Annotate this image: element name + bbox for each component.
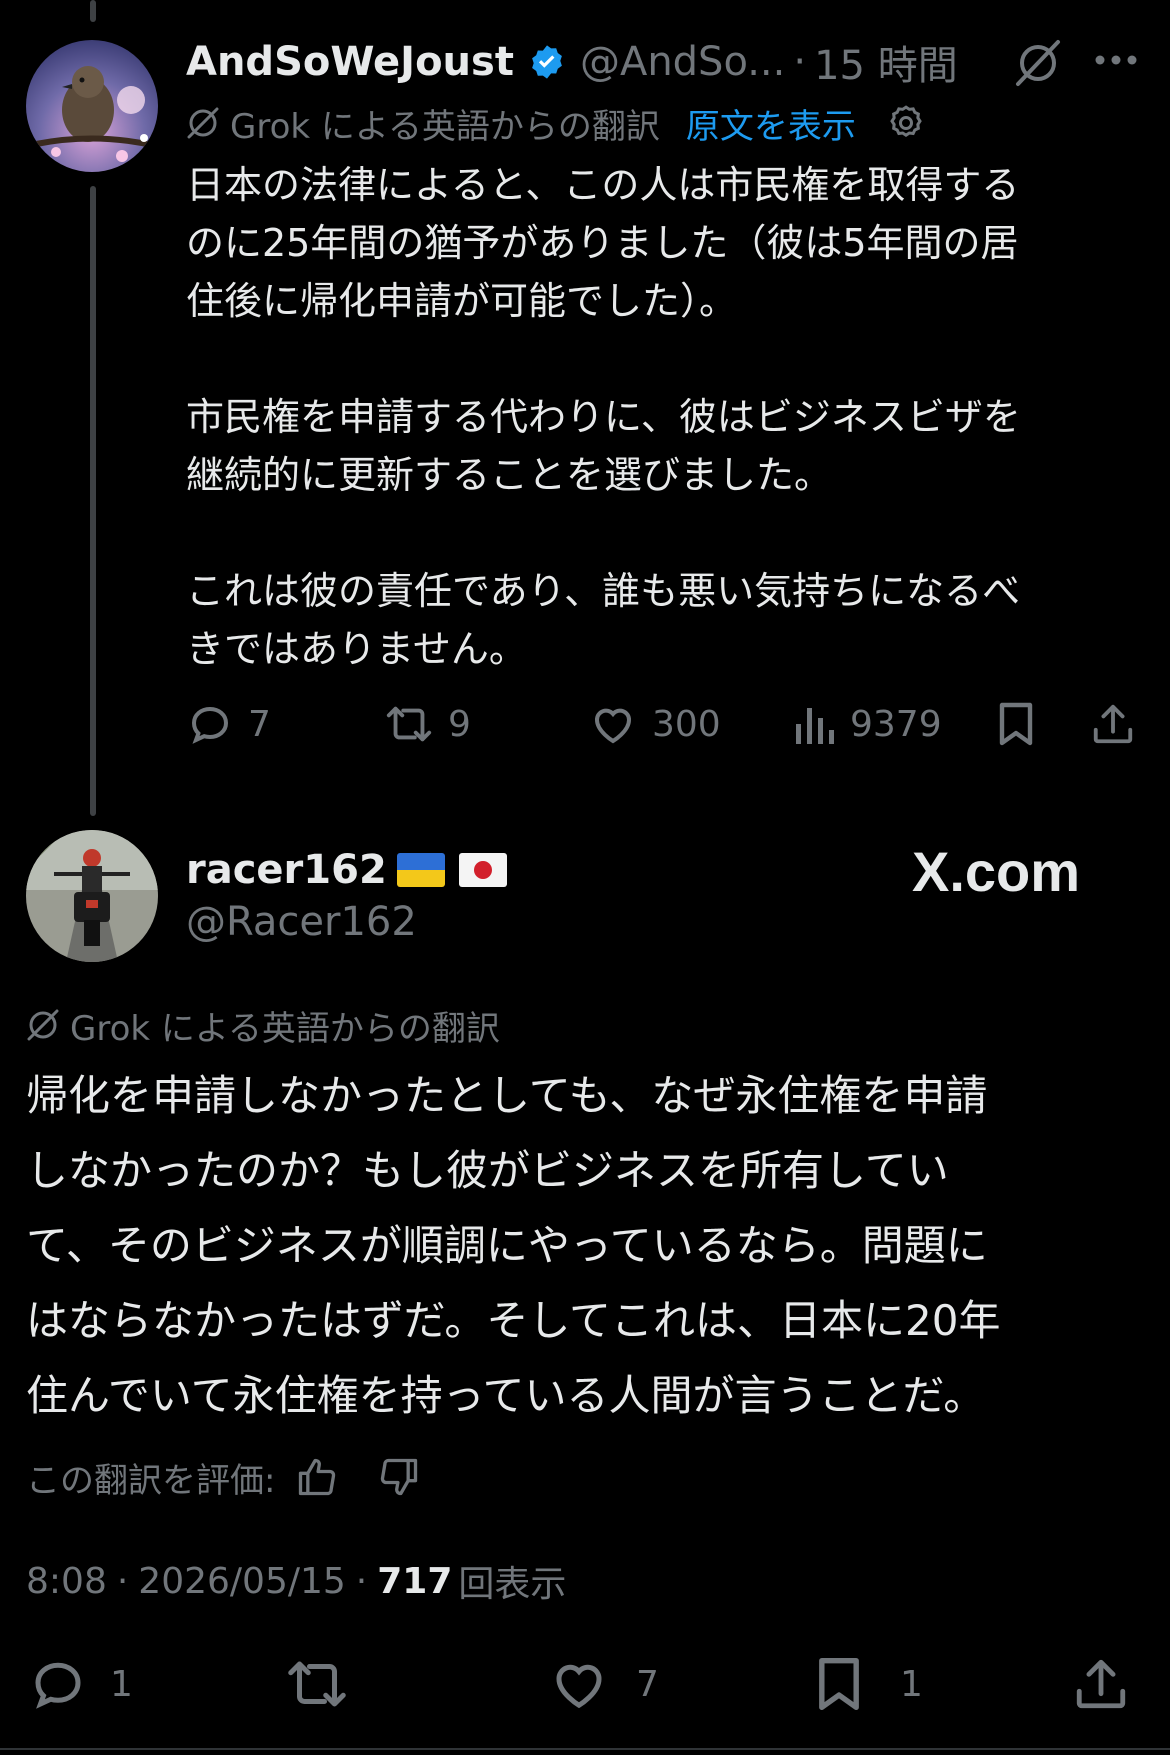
more-options-icon[interactable] xyxy=(1094,52,1138,71)
bird-avatar-image xyxy=(26,40,158,172)
heart-icon xyxy=(595,708,631,744)
show-original-link[interactable]: 原文を表示 xyxy=(686,99,856,148)
thread-line-connector xyxy=(90,186,96,816)
timestamp-time[interactable]: 8:08 xyxy=(26,1561,107,1602)
bookmark-icon xyxy=(999,702,1033,746)
views-count: 9379 xyxy=(850,703,942,745)
watermark-text: X.com xyxy=(912,839,1081,903)
heart-icon xyxy=(556,1664,602,1709)
bookmark-count: 1 xyxy=(900,1663,923,1705)
meta-separator: · xyxy=(793,39,807,85)
translate-icon xyxy=(26,1008,60,1042)
grok-icon[interactable] xyxy=(1010,38,1066,92)
like-count: 7 xyxy=(636,1663,659,1705)
share-icon xyxy=(1076,1659,1126,1709)
japan-flag-icon xyxy=(458,853,507,887)
bookmark-icon xyxy=(819,1657,859,1711)
translation-label: Grok による英語からの翻訳 xyxy=(230,106,660,147)
thumbs-up-icon[interactable] xyxy=(295,1455,339,1499)
motorcycle-avatar-image xyxy=(26,830,158,962)
reply-count: 7 xyxy=(248,703,271,745)
like-button[interactable]: 7 xyxy=(548,1654,659,1714)
view-count: 717 xyxy=(377,1560,453,1602)
thread-line-top xyxy=(90,0,96,22)
rate-translation-label: この翻訳を評価: xyxy=(26,1460,276,1501)
share-icon xyxy=(1093,704,1133,744)
analytics-icon xyxy=(796,708,834,744)
repost-button[interactable]: 9 xyxy=(384,700,471,748)
thumbs-down-icon[interactable] xyxy=(377,1455,421,1499)
reply-icon xyxy=(35,1662,81,1709)
author-name[interactable]: AndSoWeJoust xyxy=(186,39,514,85)
reply-icon xyxy=(191,706,229,744)
view-count-label: 回表示 xyxy=(458,1564,567,1605)
translation-label: Grok による英語からの翻訳 xyxy=(70,1008,500,1049)
author-name[interactable]: racer162 xyxy=(186,847,387,893)
bookmark-button[interactable] xyxy=(994,700,1038,748)
reply-button[interactable]: 7 xyxy=(186,700,271,748)
timestamp-separator: · xyxy=(116,1560,129,1602)
parent-post-text: 日本の法律によると、この人は市民権を取得する のに25年間の猶予がありました（彼… xyxy=(186,163,1021,671)
author-handle[interactable]: @AndSo... xyxy=(580,39,785,85)
author-handle[interactable]: @Racer162 xyxy=(186,899,417,945)
bottom-divider xyxy=(0,1748,1170,1750)
reply-button[interactable]: 1 xyxy=(28,1654,133,1714)
repost-button[interactable] xyxy=(284,1654,350,1714)
avatar-parent[interactable] xyxy=(26,40,158,172)
post-time[interactable]: 15 時間 xyxy=(814,33,958,91)
main-post-text: 帰化を申請しなかったとしても、なぜ永住権を申請 しなかったのか？もし彼がビジネス… xyxy=(26,1071,1001,1420)
verified-badge-icon xyxy=(528,43,566,81)
timestamp-date[interactable]: 2026/05/15 xyxy=(138,1561,346,1602)
views-button[interactable]: 9379 xyxy=(794,700,942,748)
avatar-main[interactable] xyxy=(26,830,158,962)
reply-count: 1 xyxy=(110,1663,133,1705)
like-button[interactable]: 300 xyxy=(588,700,721,748)
repost-icon xyxy=(288,1661,346,1707)
bookmark-button[interactable]: 1 xyxy=(812,1654,923,1714)
timestamp-separator: · xyxy=(355,1560,368,1602)
ukraine-flag-icon xyxy=(396,853,445,887)
share-button[interactable] xyxy=(1072,1654,1130,1714)
like-count: 300 xyxy=(652,703,721,745)
translate-icon xyxy=(186,106,220,140)
share-button[interactable] xyxy=(1090,700,1136,748)
translation-settings-icon[interactable] xyxy=(886,103,926,143)
watermark: X.com xyxy=(912,838,1080,904)
repost-icon xyxy=(386,706,432,742)
repost-count: 9 xyxy=(448,703,471,745)
